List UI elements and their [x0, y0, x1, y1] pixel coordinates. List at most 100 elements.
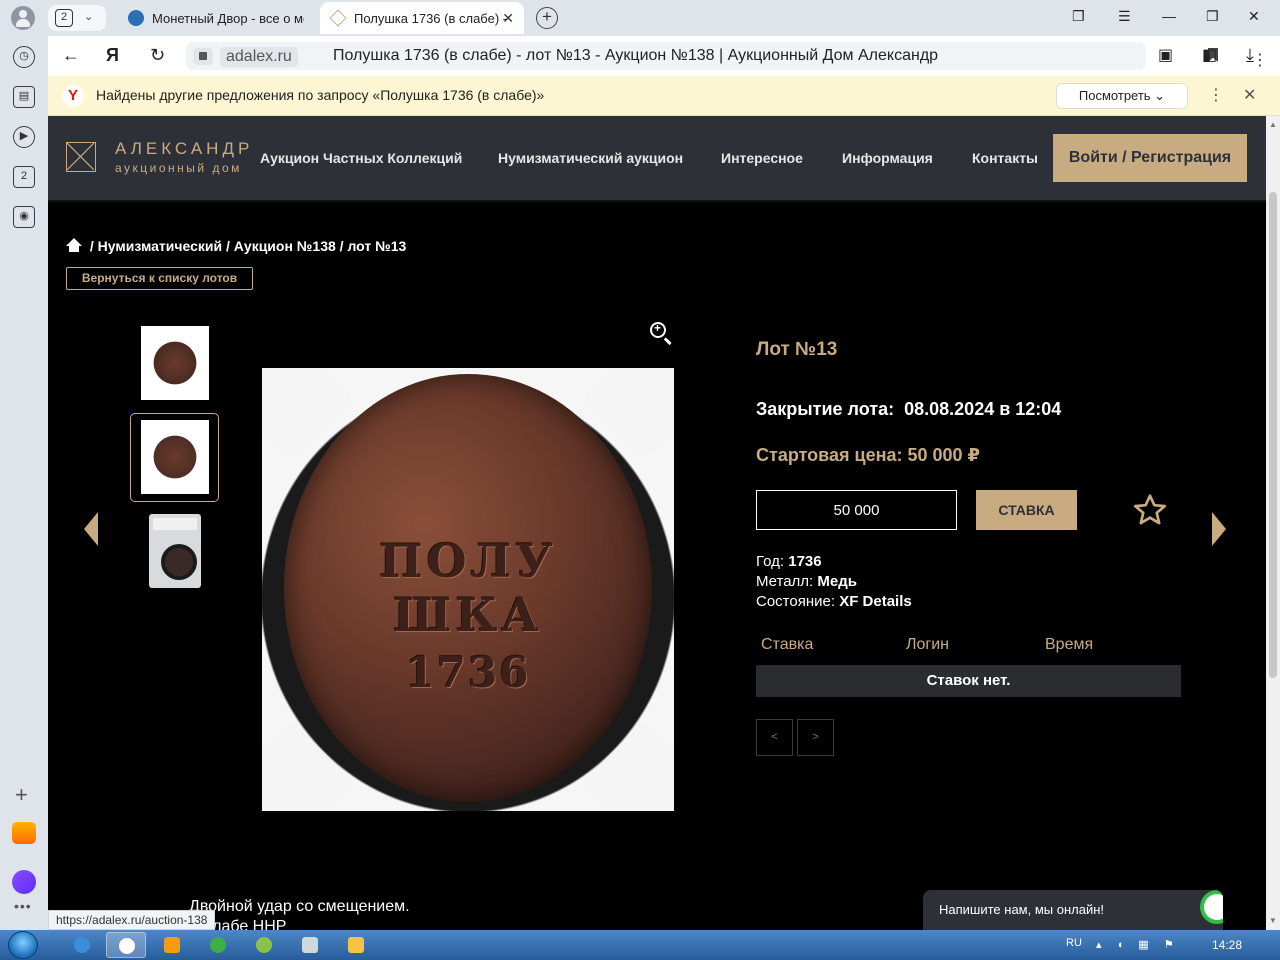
- tab-monetny-dvor[interactable]: Монетный Двор - все о монетах: [118, 2, 316, 34]
- more-options-icon[interactable]: ⋮: [1208, 85, 1224, 105]
- windows-taskbar: RU ▴ ◖ ▦ ⚑ 14:28: [0, 930, 1280, 960]
- chat-text: Напишите нам, мы онлайн!: [939, 902, 1105, 917]
- taskbar-explorer-icon[interactable]: [336, 932, 376, 958]
- close-window-icon[interactable]: ✕: [1248, 8, 1260, 25]
- coin-main-photo[interactable]: ПОЛУ ШКА 1736: [262, 368, 674, 811]
- coin-image: ПОЛУ ШКА 1736: [284, 374, 652, 802]
- yandex-home-icon[interactable]: Я: [106, 45, 119, 66]
- taskbar-clock[interactable]: 14:28: [1212, 938, 1242, 952]
- address-menu-icon[interactable]: ⋮: [1252, 50, 1268, 70]
- coin-favicon-icon: [128, 10, 144, 26]
- start-button-icon[interactable]: [8, 931, 38, 959]
- taskbar-yandex-icon[interactable]: [106, 932, 146, 958]
- next-lot-arrow-icon[interactable]: [1212, 512, 1226, 546]
- tab-polushka-active[interactable]: Полушка 1736 (в слабе) - лот №13 ✕: [320, 2, 524, 34]
- nav-interesting[interactable]: Интересное: [721, 150, 803, 166]
- home-icon[interactable]: [66, 238, 82, 252]
- thumbnail-obverse[interactable]: [141, 326, 209, 400]
- suggestion-text: Найдены другие предложения по запросу «П…: [96, 87, 545, 103]
- spec-year: Год: 1736: [756, 553, 822, 570]
- bookmarks-panel-icon[interactable]: ❒: [1072, 8, 1085, 25]
- nav-contacts[interactable]: Контакты: [972, 150, 1038, 166]
- browser-tab-strip: 2 ⌄ Монетный Двор - все о монетах Полушк…: [0, 0, 1280, 36]
- breadcrumb-auction[interactable]: Аукцион №138: [234, 238, 336, 254]
- bid-amount-input[interactable]: [756, 490, 957, 530]
- download-icon[interactable]: ⤓: [1246, 45, 1254, 66]
- address-bar[interactable]: adalex.ru Полушка 1736 (в слабе) - лот №…: [186, 42, 1268, 70]
- taskbar-media-icon[interactable]: [152, 932, 192, 958]
- lot-closing-time: Закрытие лота: 08.08.2024 в 12:04: [756, 399, 1061, 420]
- mail-icon[interactable]: [12, 822, 36, 844]
- profile-icon[interactable]: [11, 6, 35, 30]
- view-offers-button[interactable]: Посмотреть ⌄: [1056, 83, 1188, 109]
- menu-icon[interactable]: ☰: [1118, 8, 1131, 25]
- close-tab-icon[interactable]: ✕: [502, 10, 514, 27]
- alexander-logo-icon[interactable]: [66, 142, 96, 172]
- thumbnail-reverse[interactable]: [141, 420, 209, 494]
- url-domain: adalex.ru: [220, 47, 298, 67]
- scroll-down-icon[interactable]: ▼: [1269, 916, 1277, 925]
- breadcrumb: / Нумизматический / Аукцион №138 / лот №…: [66, 238, 406, 254]
- alice-assistant-icon[interactable]: [12, 870, 36, 894]
- extension-icon[interactable]: ◧: [1202, 45, 1217, 65]
- nav-information[interactable]: Информация: [842, 150, 933, 166]
- page-scrollbar[interactable]: ▲ ▼: [1266, 116, 1280, 930]
- scrollbar-thumb[interactable]: [1269, 192, 1277, 678]
- tab-groups-button[interactable]: 2 ⌄: [48, 5, 106, 31]
- previous-lot-arrow-icon[interactable]: [84, 512, 98, 546]
- more-dots-icon[interactable]: •••: [14, 898, 32, 914]
- language-indicator[interactable]: RU: [1066, 937, 1082, 949]
- bids-next-page-button[interactable]: >: [797, 719, 834, 756]
- nav-private-collections[interactable]: Аукцион Частных Коллекций: [260, 150, 462, 166]
- spec-metal: Металл: Медь: [756, 573, 857, 590]
- taskbar-calculator-icon[interactable]: [290, 932, 330, 958]
- close-icon[interactable]: ✕: [1243, 85, 1256, 105]
- spec-label: Год:: [756, 553, 785, 570]
- scroll-up-icon[interactable]: ▲: [1269, 120, 1277, 129]
- tab-count-badge: 2: [55, 9, 73, 27]
- closing-value: 08.08.2024 в 12:04: [904, 399, 1062, 419]
- alexander-favicon-icon: [329, 9, 347, 27]
- taskbar-ie-icon[interactable]: [62, 932, 102, 958]
- spec-value: 1736: [788, 553, 822, 570]
- minimize-icon[interactable]: —: [1162, 8, 1176, 24]
- lock-icon[interactable]: [193, 48, 213, 65]
- nav-numismatic-auction[interactable]: Нумизматический аукцион: [498, 150, 683, 166]
- restore-icon[interactable]: ❐: [1206, 8, 1219, 25]
- bids-header-login: Логин: [906, 636, 950, 653]
- page-title-in-address-bar: Полушка 1736 (в слабе) - лот №13 - Аукци…: [333, 47, 939, 64]
- login-register-button[interactable]: Войти / Регистрация: [1053, 134, 1247, 182]
- no-bids-message: Ставок нет.: [756, 665, 1181, 697]
- header-divider: [48, 200, 1266, 202]
- system-tray-icons[interactable]: ▴ ◖ ▦ ⚑: [1096, 938, 1180, 951]
- back-arrow-icon[interactable]: ←: [62, 45, 80, 66]
- favorite-star-icon[interactable]: [1132, 492, 1168, 528]
- play-icon[interactable]: ▶: [13, 126, 35, 148]
- reload-icon[interactable]: ↻: [150, 45, 165, 66]
- zoom-in-icon[interactable]: [650, 321, 666, 338]
- yandex-logo-icon: Y: [62, 85, 84, 107]
- add-panel-icon[interactable]: +: [15, 782, 28, 808]
- breadcrumb-separator: /: [89, 238, 98, 254]
- collections-icon[interactable]: ▤: [13, 86, 35, 108]
- screenshot-icon[interactable]: ◉: [13, 206, 35, 228]
- tabs-count-icon[interactable]: 2: [13, 166, 35, 188]
- taskbar-sync-icon[interactable]: [244, 932, 284, 958]
- breadcrumb-numismatic[interactable]: Нумизматический: [98, 238, 222, 254]
- back-to-lots-button[interactable]: Вернуться к списку лотов: [66, 267, 253, 290]
- coin-legend-line-2: ШКА: [393, 588, 543, 642]
- bids-header-bid: Ставка: [761, 636, 814, 653]
- taskbar-torrent-icon[interactable]: [198, 932, 238, 958]
- bids-prev-page-button[interactable]: <: [756, 719, 793, 756]
- tab-title: Полушка 1736 (в слабе) - лот №13: [354, 10, 506, 26]
- new-tab-button[interactable]: +: [536, 7, 558, 29]
- history-icon[interactable]: ◷: [13, 46, 35, 68]
- logo-subtitle: аукционный дом: [115, 161, 242, 175]
- spec-value: Медь: [817, 573, 857, 590]
- place-bid-button[interactable]: СТАВКА: [976, 490, 1077, 530]
- lot-description-line: Двойной удар со смещением.: [189, 898, 410, 915]
- reader-icon[interactable]: ▣: [1158, 45, 1173, 65]
- online-chat-widget[interactable]: Напишите нам, мы онлайн!: [923, 890, 1223, 930]
- logo-name[interactable]: АЛЕКСАНДР: [115, 139, 253, 159]
- thumbnail-slab[interactable]: [149, 514, 201, 588]
